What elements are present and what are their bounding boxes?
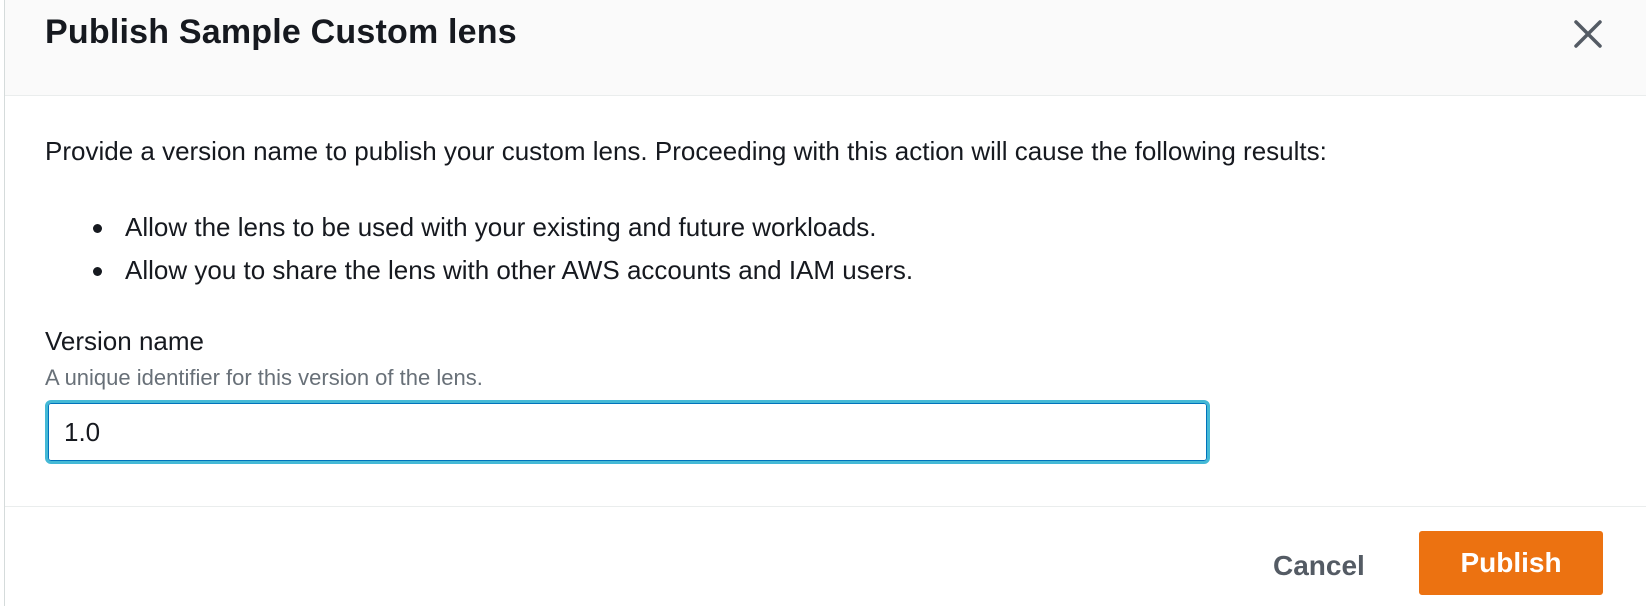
modal-header: Publish Sample Custom lens <box>5 0 1646 96</box>
version-name-label: Version name <box>45 326 204 356</box>
publish-lens-modal: Publish Sample Custom lens Provide a ver… <box>4 0 1646 606</box>
modal-body: Provide a version name to publish your c… <box>5 96 1646 506</box>
list-item-text: Allow you to share the lens with other A… <box>125 255 914 285</box>
list-item: Allow you to share the lens with other A… <box>45 249 913 292</box>
close-button[interactable] <box>1568 14 1608 54</box>
list-item-text: Allow the lens to be used with your exis… <box>125 212 877 242</box>
modal-title: Publish Sample Custom lens <box>45 13 517 51</box>
publish-button[interactable]: Publish <box>1419 531 1603 595</box>
bullet-icon <box>93 267 102 276</box>
modal-footer: Cancel Publish <box>5 506 1646 606</box>
cancel-button[interactable]: Cancel <box>1251 535 1387 597</box>
version-name-description: A unique identifier for this version of … <box>45 365 483 390</box>
results-list: Allow the lens to be used with your exis… <box>45 206 913 292</box>
close-icon <box>1574 20 1602 48</box>
list-item: Allow the lens to be used with your exis… <box>45 206 913 249</box>
bullet-icon <box>93 224 102 233</box>
intro-text: Provide a version name to publish your c… <box>45 136 1327 166</box>
version-name-input[interactable] <box>45 400 1210 464</box>
